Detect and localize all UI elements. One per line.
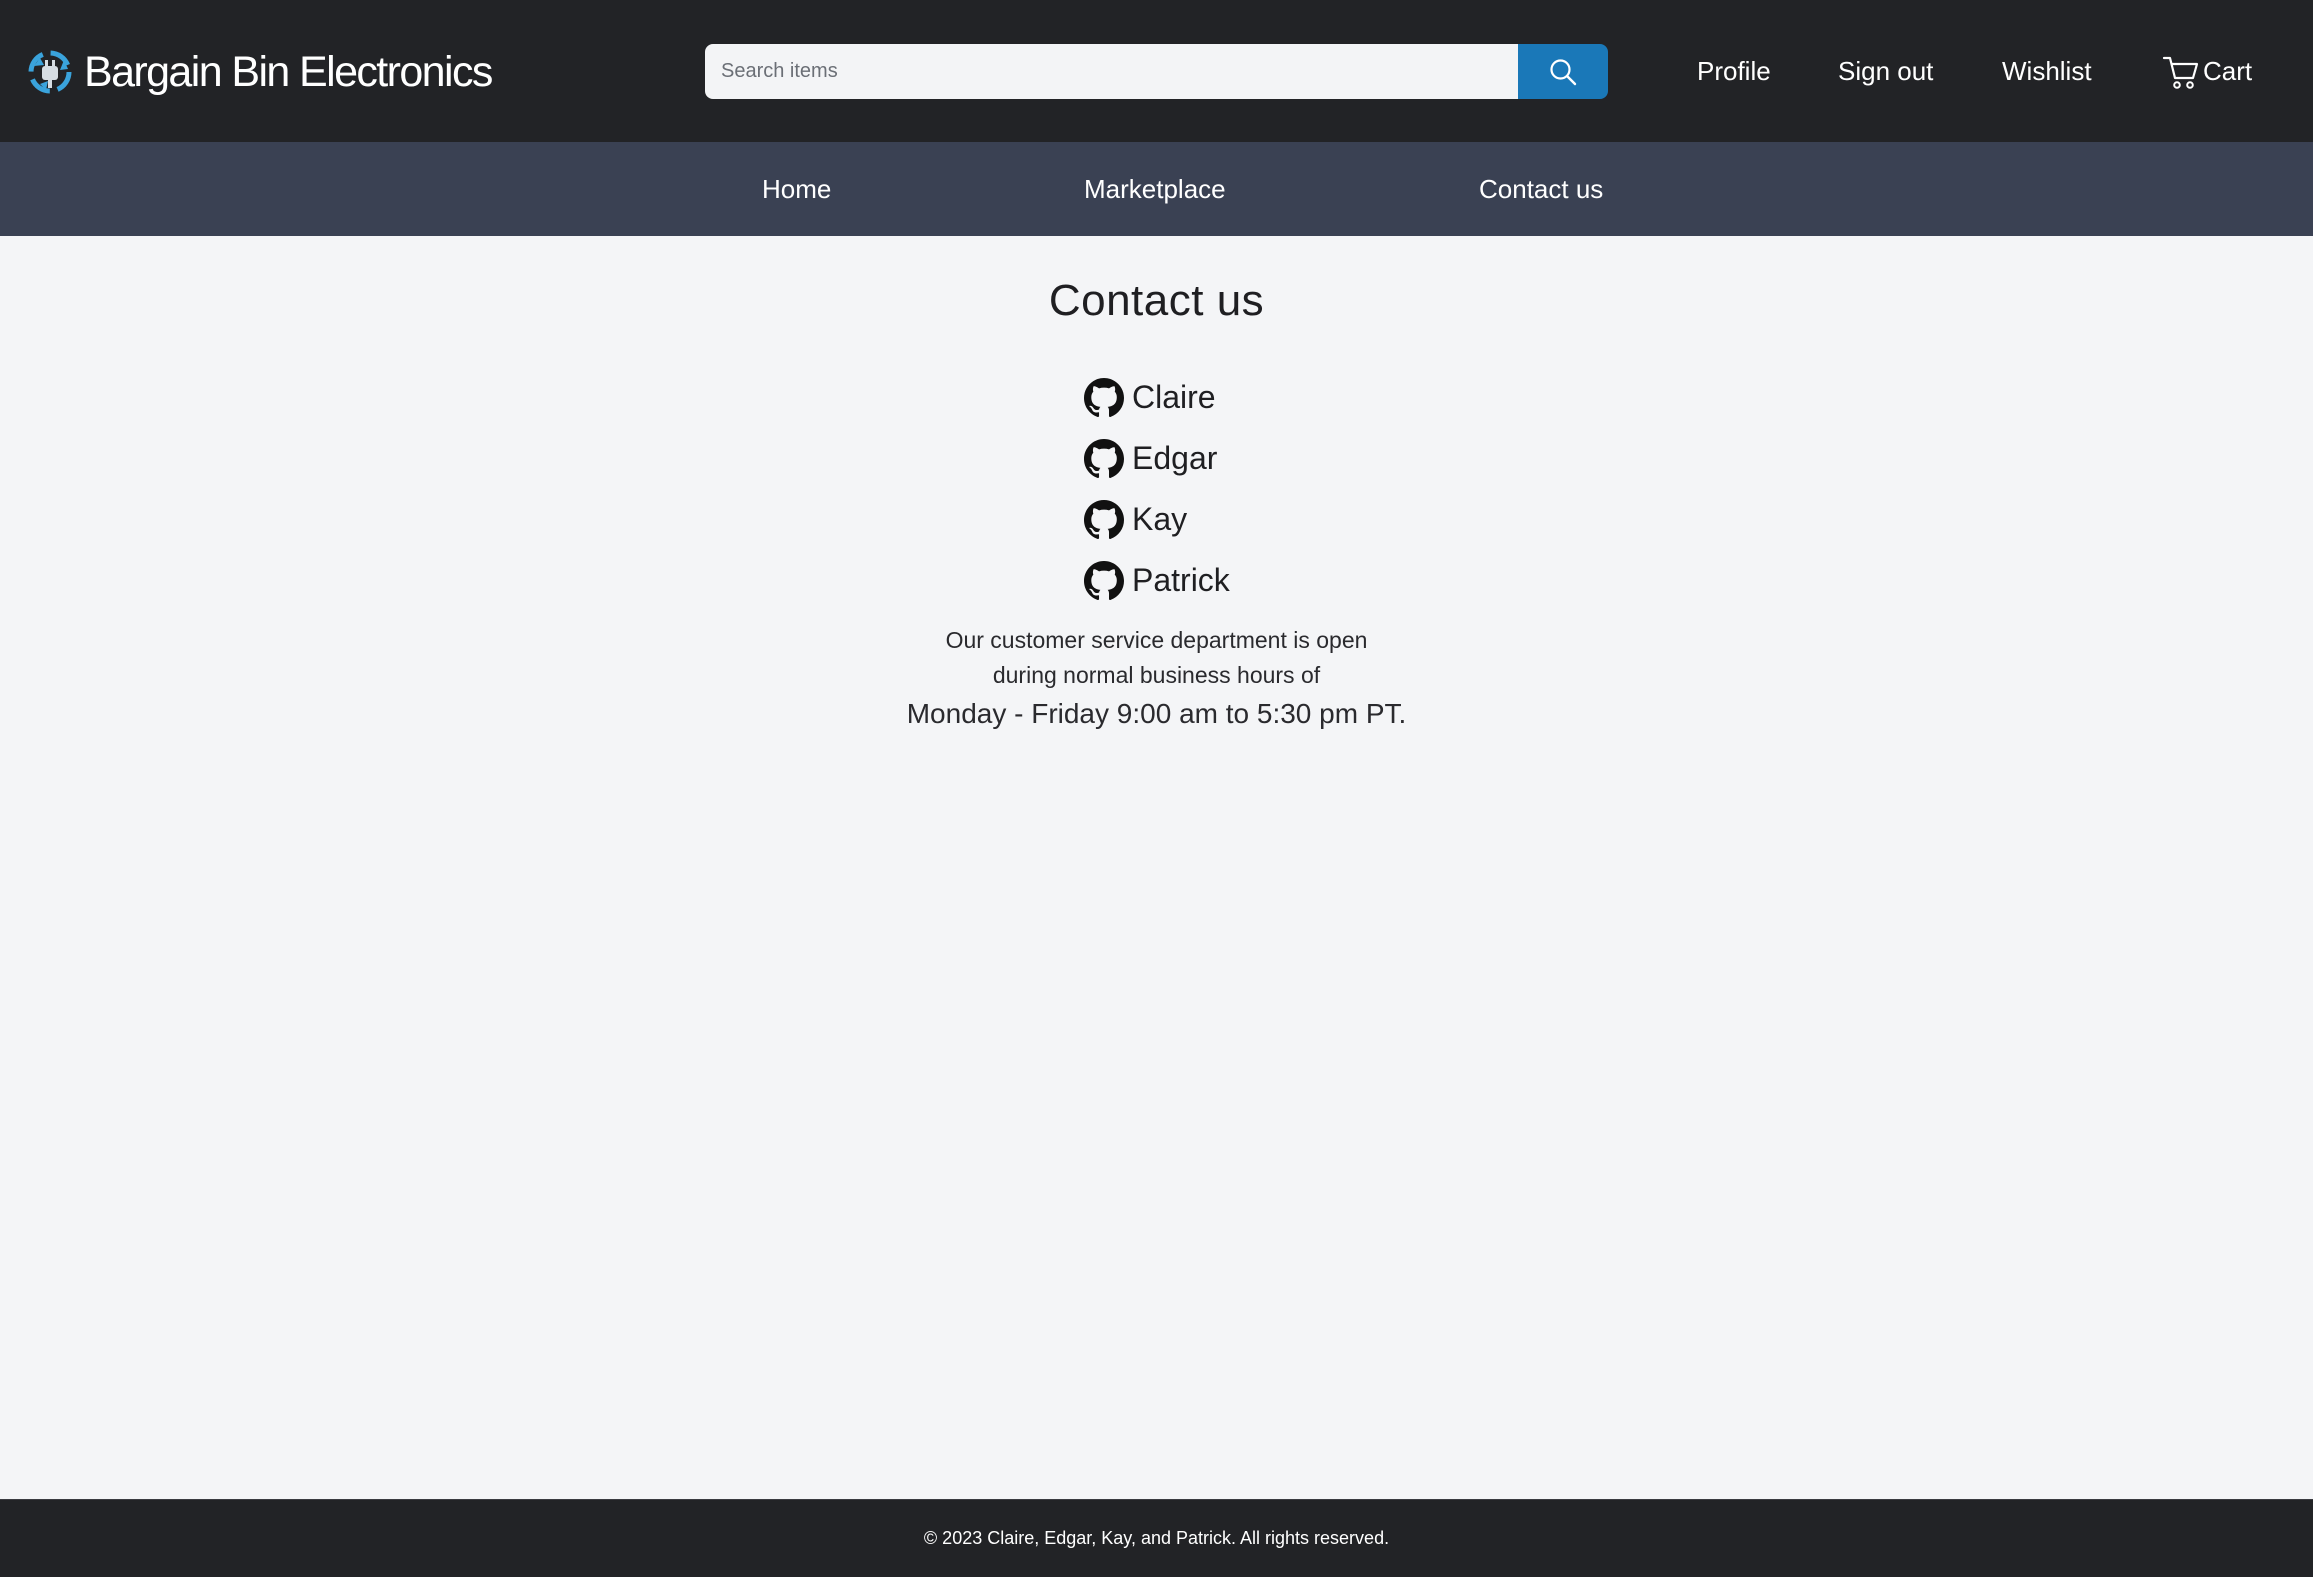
sign-out-link[interactable]: Sign out <box>1838 56 1933 87</box>
business-hours: Monday - Friday 9:00 am to 5:30 pm PT. <box>906 698 1407 729</box>
github-icon <box>1084 377 1124 417</box>
contact-name: Edgar <box>1132 440 1218 476</box>
nav-item-home[interactable]: Home <box>762 142 831 236</box>
github-icon <box>1084 499 1124 539</box>
cart-link[interactable]: Cart <box>2161 52 2252 92</box>
page-title: Contact us <box>1048 276 1265 325</box>
brand-name: Bargain Bin Electronics <box>84 47 493 96</box>
search-bar <box>705 44 1608 99</box>
profile-link[interactable]: Profile <box>1697 56 1771 87</box>
contact-name: Kay <box>1132 501 1188 537</box>
github-icon <box>1084 438 1124 478</box>
contact-name: Claire <box>1132 379 1216 415</box>
top-header: Bargain Bin Electronics Profile Sign out… <box>0 0 2313 142</box>
brand-link[interactable]: Bargain Bin Electronics <box>26 44 493 100</box>
github-icon <box>1084 560 1124 600</box>
search-icon <box>1550 58 1577 85</box>
contact-link-patrick[interactable]: Patrick <box>1084 550 1230 611</box>
nav-item-marketplace[interactable]: Marketplace <box>1084 142 1226 236</box>
search-input[interactable] <box>705 44 1518 99</box>
contact-link-claire[interactable]: Claire <box>1084 367 1230 428</box>
contact-list: Claire Edgar Kay Patrick <box>1084 367 1230 611</box>
hours-text-line-1: Our customer service department is open <box>945 627 1368 653</box>
search-button[interactable] <box>1518 44 1608 99</box>
wishlist-link[interactable]: Wishlist <box>2002 56 2092 87</box>
contact-link-kay[interactable]: Kay <box>1084 489 1230 550</box>
page-footer: © 2023 Claire, Edgar, Kay, and Patrick. … <box>0 1499 2313 1577</box>
contact-link-edgar[interactable]: Edgar <box>1084 428 1230 489</box>
nav-item-contact-us[interactable]: Contact us <box>1479 142 1603 236</box>
cart-label: Cart <box>2203 56 2253 86</box>
cart-icon <box>2162 56 2199 89</box>
main-content: Contact us Claire Edgar Kay Patrick Our … <box>0 236 2313 1499</box>
hours-text-line-2: during normal business hours of <box>992 662 1321 688</box>
main-nav: Home Marketplace Contact us <box>0 142 2313 236</box>
contact-name: Patrick <box>1132 562 1230 598</box>
recycle-plug-logo <box>28 50 72 94</box>
copyright-text: © 2023 Claire, Edgar, Kay, and Patrick. … <box>923 1528 1390 1548</box>
page: Bargain Bin Electronics Profile Sign out… <box>0 0 2313 1577</box>
